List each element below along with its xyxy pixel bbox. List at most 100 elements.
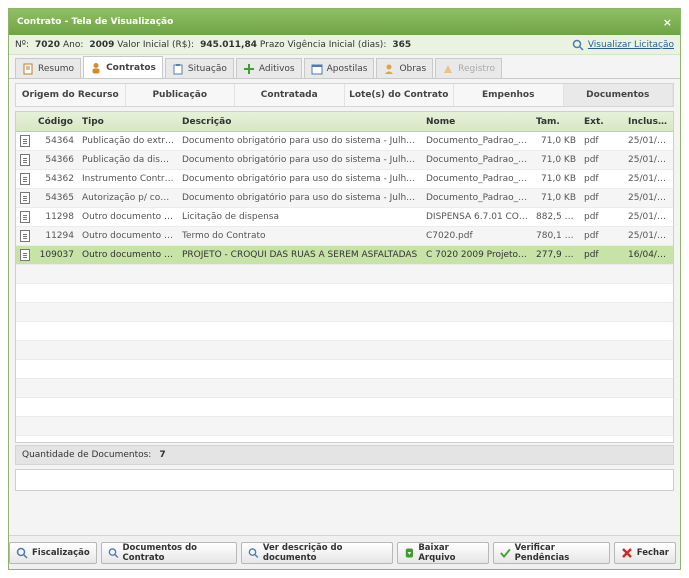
cell-tipo: Outro documento de C... [82, 212, 178, 222]
document-icon [20, 230, 30, 242]
cell-ext: pdf [584, 136, 599, 146]
tab-contratos[interactable]: Contratos [83, 56, 163, 78]
tab-apostilas-label: Apostilas [326, 63, 368, 74]
visualizar-licitacao-link[interactable]: Visualizar Licitação [572, 39, 674, 51]
subtab-publicacao[interactable]: Publicação [126, 84, 235, 106]
fechar-button[interactable]: Fechar [613, 541, 676, 564]
close-icon [621, 547, 632, 558]
tab-obras[interactable]: Obras [376, 58, 434, 78]
empty-row [16, 265, 673, 284]
sub-tabs: Origem do Recurso Publicação Contratada … [15, 83, 674, 107]
window-title: Contrato - Tela de Visualização [17, 17, 174, 27]
empty-row [16, 379, 673, 398]
checkmark-icon [500, 548, 511, 558]
cell-tam: 71,0 KB [541, 155, 576, 165]
calendar-icon [311, 64, 323, 74]
cell-tipo: Publicação do extrato ... [82, 136, 178, 146]
contract-window: Contrato - Tela de Visualização × Nº: 702… [8, 8, 681, 570]
document-icon [20, 211, 30, 223]
table-row[interactable]: 54362 Instrumento Contratual Documento o… [16, 170, 673, 189]
baixar-arquivo-button[interactable]: Baixar Arquivo [396, 541, 489, 564]
header-descricao[interactable]: Descrição [178, 117, 422, 127]
document-count-bar: Quantidade de Documentos: 7 [15, 445, 674, 465]
cell-descricao: Documento obrigatório para uso do sistem… [182, 136, 422, 146]
table-row[interactable]: 54366 Publicação da dispens... Documento… [16, 151, 673, 170]
cell-ext: pdf [584, 212, 599, 222]
tab-resumo[interactable]: Resumo [15, 58, 82, 78]
subtab-contratada[interactable]: Contratada [235, 84, 345, 106]
row-icon-cell [16, 154, 34, 166]
document-icon [20, 249, 30, 261]
tab-situacao[interactable]: Situação [164, 58, 234, 78]
cell-tam: 71,0 KB [541, 193, 576, 203]
row-icon-cell [16, 173, 34, 185]
header-tam[interactable]: Tam. [532, 117, 580, 127]
document-icon [23, 63, 33, 74]
tab-registro[interactable]: Registro [435, 58, 502, 78]
empty-row [16, 360, 673, 379]
document-count-label: Quantidade de Documentos: [22, 450, 152, 460]
empty-row [16, 398, 673, 417]
download-icon [405, 548, 413, 557]
cell-ext: pdf [584, 231, 599, 241]
cell-inclusao: 25/01/2013 [628, 231, 673, 241]
table-row[interactable]: 54364 Publicação do extrato ... Document… [16, 132, 673, 151]
cell-descricao: Termo do Contrato [182, 231, 266, 241]
table-row-selected[interactable]: 109037 Outro documento de C... PROJETO -… [16, 246, 673, 265]
cell-nome: C7020.pdf [426, 231, 473, 241]
ver-descricao-button[interactable]: Ver descrição do documento [241, 541, 393, 564]
document-icon [20, 192, 30, 204]
tab-situacao-label: Situação [187, 63, 227, 74]
header-tipo[interactable]: Tipo [78, 117, 178, 127]
cell-descricao: Documento obrigatório para uso do sistem… [182, 155, 422, 165]
header-nome[interactable]: Nome [422, 117, 532, 127]
subtab-origem-recurso[interactable]: Origem do Recurso [16, 84, 126, 106]
subtab-lotes[interactable]: Lote(s) do Contrato [345, 84, 454, 106]
document-count-value: 7 [159, 450, 166, 460]
cell-codigo: 11298 [45, 212, 74, 222]
cell-codigo: 54362 [45, 174, 74, 184]
table-row[interactable]: 54365 Autorização p/ contrat... Document… [16, 189, 673, 208]
close-icon[interactable]: × [663, 16, 672, 29]
row-icon-cell [16, 192, 34, 204]
documentos-contrato-button[interactable]: Documentos do Contrato [100, 541, 238, 564]
verificar-pendencias-button[interactable]: Verificar Pendências [492, 541, 610, 564]
cell-ext: pdf [584, 155, 599, 165]
magnifier-icon [248, 547, 259, 558]
cell-tam: 71,0 KB [541, 174, 576, 184]
fiscalizacao-label: Fiscalização [32, 547, 90, 558]
table-row[interactable]: 11298 Outro documento de C... Licitação … [16, 208, 673, 227]
cell-inclusao: 25/01/2013 [628, 193, 673, 203]
cell-descricao: Licitação de dispensa [182, 212, 280, 222]
cell-tipo: Outro documento de C... [82, 250, 178, 260]
valor-value: 945.011,84 [200, 39, 257, 50]
cell-inclusao: 25/01/2013 [628, 212, 673, 222]
magnifier-icon [108, 547, 119, 558]
tab-contratos-label: Contratos [106, 62, 156, 73]
header-codigo[interactable]: Código [34, 117, 78, 127]
worker-icon [385, 64, 394, 74]
header-ext[interactable]: Ext. [580, 117, 624, 127]
subtab-documentos[interactable]: Documentos [563, 84, 673, 106]
action-toolbar: Fiscalização Documentos do Contrato Ver … [9, 535, 680, 569]
registry-icon [444, 64, 453, 73]
fiscalizacao-button[interactable]: Fiscalização [9, 541, 97, 564]
fechar-label: Fechar [636, 547, 669, 558]
tab-apostilas[interactable]: Apostilas [303, 58, 375, 78]
empty-row [16, 284, 673, 303]
cell-nome: Documento_Padrao_Obri... [426, 155, 532, 165]
cell-inclusao: 25/01/2013 [628, 174, 673, 184]
cell-descricao: Documento obrigatório para uso do sistem… [182, 193, 422, 203]
subtab-empenhos[interactable]: Empenhos [454, 84, 564, 106]
cell-nome: Documento_Padrao_Obri... [426, 193, 532, 203]
cell-inclusao: 16/04/2013 [628, 250, 673, 260]
cell-tipo: Autorização p/ contrat... [82, 193, 178, 203]
header-inclusao[interactable]: Inclusão [624, 117, 673, 127]
cell-ext: pdf [584, 250, 599, 260]
table-row[interactable]: 11294 Outro documento de C... Termo do C… [16, 227, 673, 246]
cell-descricao: PROJETO - CROQUI DAS RUAS A SEREM ASFALT… [182, 250, 418, 260]
documents-grid: Código Tipo Descrição Nome Tam. Ext. Inc… [15, 111, 674, 443]
tab-aditivos[interactable]: Aditivos [235, 58, 302, 78]
cell-codigo: 109037 [39, 250, 74, 260]
documentos-contrato-label: Documentos do Contrato [122, 542, 198, 563]
